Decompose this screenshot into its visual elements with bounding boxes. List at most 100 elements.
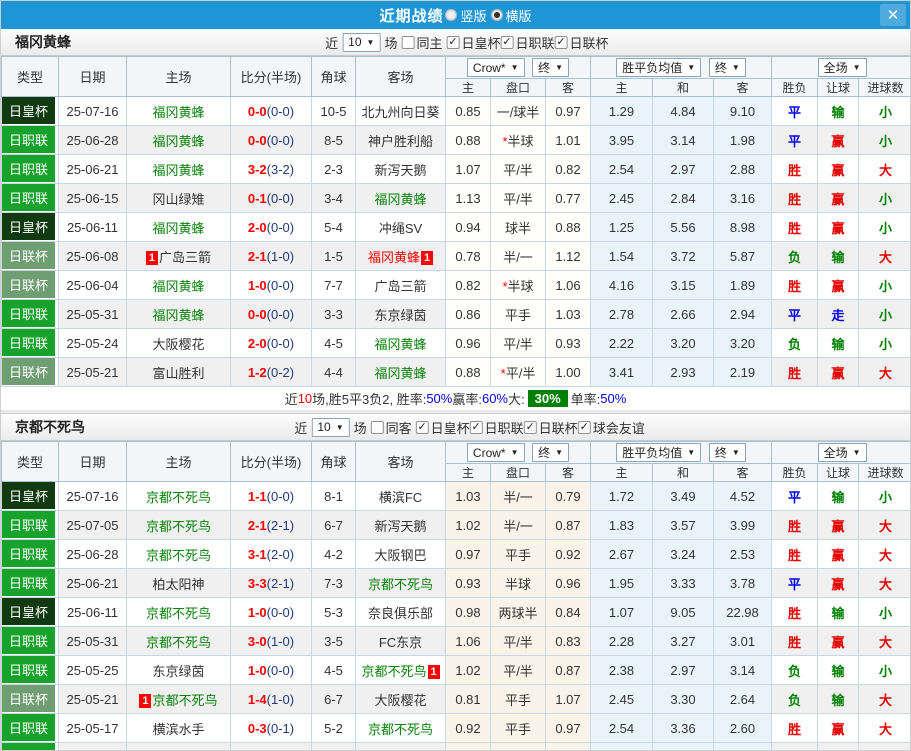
- goals-outcome: 小: [858, 597, 910, 627]
- match-date: 25-06-08: [58, 241, 127, 271]
- avg-draw: 3.24: [652, 539, 714, 569]
- avg-home: 1.95: [590, 568, 653, 598]
- match-count-select[interactable]: 10 ▼: [342, 32, 381, 52]
- competition-checkbox-日职联[interactable]: 日职联: [469, 418, 524, 437]
- goals-outcome: 大: [858, 154, 910, 184]
- goals-outcome: 小: [858, 270, 910, 300]
- team1-results-table: 类型 日期 主场 比分(半场) 角球 客场 Crow* ▼ 终 ▼ 胜平负均值 ▼ 终…: [1, 56, 910, 387]
- odds-handicap: *球半: [490, 212, 546, 242]
- match-date: 25-06-15: [58, 183, 127, 213]
- layout-radio-竖版[interactable]: 竖版: [445, 6, 487, 25]
- odds-home: 1.02: [445, 655, 491, 685]
- home-team: 1京都不死鸟: [126, 510, 231, 540]
- score-cell: 2-1(1-0): [230, 241, 312, 271]
- avg-away: 2.82: [712, 742, 773, 750]
- avg-home: 2.59: [590, 742, 653, 750]
- competition-checkbox-日皇杯[interactable]: 日皇杯: [415, 418, 470, 437]
- bookmaker-select[interactable]: Crow* ▼: [466, 443, 525, 463]
- match-type-cell: 日职联: [1, 510, 59, 540]
- match-date: 25-06-11: [58, 597, 127, 627]
- goals-outcome: 小: [858, 96, 910, 126]
- odds-home: 0.93: [445, 568, 491, 598]
- result-outcome: 平: [771, 742, 819, 750]
- score-cell: 2-0(0-0): [230, 328, 312, 358]
- home-team: 1京都不死鸟: [126, 626, 231, 656]
- radio-icon: [490, 9, 503, 21]
- odds-final-select[interactable]: 终 ▼: [532, 57, 570, 77]
- home-team: 1福冈黄蜂: [126, 270, 231, 300]
- odds-home: 0.77: [445, 742, 491, 750]
- handicap-outcome: 输: [817, 241, 860, 271]
- col-away: 客场: [355, 56, 446, 97]
- match-type-cell: 日职联: [1, 742, 59, 750]
- odds-away: 0.83: [545, 626, 591, 656]
- match-row: 日职联 25-06-15 1冈山绿雉 0-1(0-0) 3-4 福冈黄蜂1 1.…: [1, 183, 910, 213]
- handicap-outcome: 赢: [817, 154, 860, 184]
- goals-outcome: 大: [858, 357, 910, 387]
- competition-badge: 日皇杯: [2, 598, 55, 625]
- avg-select[interactable]: 胜平负均值 ▼: [616, 443, 702, 462]
- home-team: 1福冈黄蜂: [126, 212, 231, 242]
- avg-select[interactable]: 胜平负均值 ▼: [616, 58, 702, 77]
- handicap-outcome: 输: [817, 481, 860, 511]
- competition-checkbox-日皇杯[interactable]: 日皇杯: [446, 33, 500, 52]
- result-outcome: 平: [771, 568, 819, 598]
- odds-final-select[interactable]: 终 ▼: [532, 442, 570, 462]
- odds-away: 1.12: [545, 241, 591, 271]
- away-team: 大阪钢巴1: [355, 539, 446, 569]
- red-card-badge: 1: [427, 664, 440, 679]
- competition-checkbox-球会友谊[interactable]: 球会友谊: [577, 418, 645, 437]
- odds-handicap: *平/半: [490, 742, 546, 750]
- scope-select[interactable]: 全场 ▼: [817, 443, 867, 462]
- competition-badge: 日职联: [2, 300, 55, 327]
- same-venue-checkbox[interactable]: 同主: [401, 33, 442, 52]
- odds-handicap: *平手: [490, 539, 546, 569]
- close-button[interactable]: ✕: [880, 4, 906, 26]
- odds-home: 0.92: [445, 713, 491, 743]
- competition-checkbox-日联杯[interactable]: 日联杯: [523, 418, 578, 437]
- odds-home: 0.88: [445, 125, 491, 155]
- score-cell: 1-2(0-2): [230, 357, 312, 387]
- summary-part: 近: [284, 392, 298, 407]
- chevron-down-icon: ▼: [555, 62, 564, 72]
- layout-radio-横版[interactable]: 横版: [490, 6, 532, 25]
- score-cell: 1-0(0-0): [230, 270, 312, 300]
- avg-draw: 3.36: [652, 713, 714, 743]
- titlebar: 近期战绩 竖版 横版 ✕: [1, 1, 910, 29]
- avg-home: 1.72: [590, 481, 653, 511]
- away-team: 新泻天鹅1: [355, 154, 446, 184]
- competition-checkbox-日职联[interactable]: 日职联: [500, 33, 555, 52]
- chevron-down-icon: ▼: [731, 63, 740, 72]
- handicap-outcome: 赢: [817, 270, 860, 300]
- odds-away: 1.07: [545, 684, 591, 714]
- match-count-select[interactable]: 10 ▼: [311, 417, 350, 437]
- handicap-outcome: 输: [817, 597, 860, 627]
- scope-select[interactable]: 全场 ▼: [817, 58, 867, 77]
- red-card-badge: 1: [421, 250, 433, 265]
- handicap-outcome: 赢: [817, 539, 860, 569]
- result-outcome: 胜: [771, 270, 819, 300]
- bookmaker-select[interactable]: Crow* ▼: [466, 58, 525, 78]
- goals-outcome: 小: [858, 125, 910, 155]
- competition-badge: 日职联: [2, 329, 55, 356]
- home-team: 1冈山绿雉: [126, 183, 231, 213]
- goals-outcome: 大: [858, 510, 910, 540]
- odds-group-header: Crow* ▼ 终 ▼: [445, 441, 591, 464]
- avg-final-select[interactable]: 终 ▼: [708, 58, 746, 77]
- competition-checkbox-日联杯[interactable]: 日联杯: [554, 33, 609, 52]
- avg-away: 2.60: [712, 713, 773, 743]
- same-venue-checkbox[interactable]: 同客: [370, 418, 412, 437]
- odds-away: 0.79: [545, 481, 591, 511]
- corner-count: 5-3: [311, 597, 356, 627]
- col-score: 比分(半场): [230, 56, 312, 97]
- avg-final-select[interactable]: 终 ▼: [708, 443, 746, 462]
- avg-home: 1.83: [590, 510, 653, 540]
- avg-away: 8.98: [712, 212, 773, 242]
- avg-away: 2.53: [712, 539, 773, 569]
- chevron-down-icon: ▼: [852, 63, 861, 72]
- away-team: 东京绿茵1: [355, 299, 446, 329]
- away-team: 福冈黄蜂1: [355, 357, 446, 387]
- score-cell: 0-0(0-0): [230, 299, 312, 329]
- match-type-cell: 日联杯: [1, 241, 59, 271]
- goals-outcome: 大: [858, 713, 910, 743]
